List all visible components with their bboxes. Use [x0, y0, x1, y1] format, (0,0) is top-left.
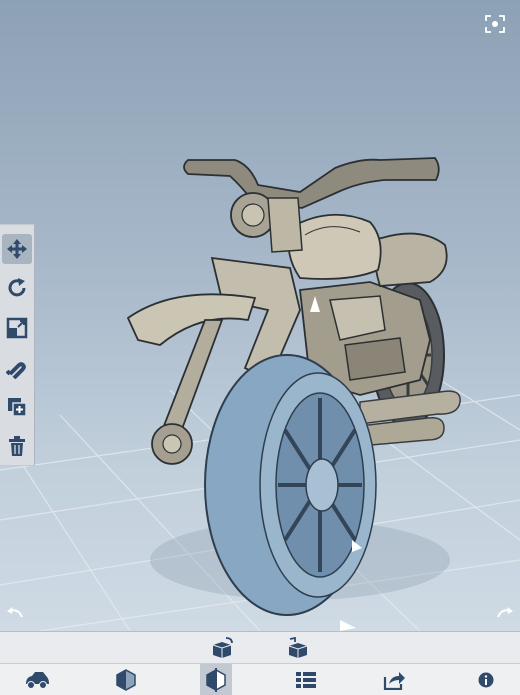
fullscreen-icon[interactable] [484, 14, 506, 34]
move-arrows-icon [7, 239, 27, 259]
bottom-bar [0, 631, 520, 695]
scale-icon [6, 317, 28, 339]
section-icon [206, 667, 226, 692]
rotate-icon [8, 278, 26, 297]
list-button[interactable] [292, 666, 320, 694]
duplicate-icon [8, 398, 27, 417]
left-toolbar [0, 224, 35, 466]
section-button[interactable] [200, 664, 232, 695]
shading-icon [116, 669, 136, 691]
view-toolbar [0, 632, 520, 662]
car-button[interactable] [22, 666, 52, 694]
top-view-button[interactable] [284, 635, 312, 661]
move-tool[interactable] [2, 234, 32, 264]
duplicate-tool[interactable] [2, 392, 32, 422]
info-button[interactable] [472, 666, 500, 694]
main-toolbar [0, 663, 520, 695]
redo-arrow-icon[interactable] [496, 603, 514, 621]
delete-tool[interactable] [2, 431, 32, 461]
front-box-view-icon [212, 637, 233, 658]
3d-viewport[interactable] [0, 0, 520, 631]
info-icon [478, 672, 494, 688]
magnet-icon [6, 362, 26, 379]
front-view-button[interactable] [208, 635, 236, 661]
car-icon [26, 672, 49, 689]
share-icon [383, 672, 405, 690]
motorcycle-model[interactable] [0, 0, 520, 631]
trash-icon [9, 436, 25, 456]
snap-tool[interactable] [2, 353, 32, 383]
share-button[interactable] [380, 666, 408, 694]
list-icon [296, 672, 316, 688]
shading-button[interactable] [112, 666, 140, 694]
scale-tool[interactable] [2, 313, 32, 343]
undo-arrow-icon[interactable] [6, 603, 24, 621]
top-box-view-icon [288, 637, 308, 658]
rotate-tool[interactable] [2, 273, 32, 303]
